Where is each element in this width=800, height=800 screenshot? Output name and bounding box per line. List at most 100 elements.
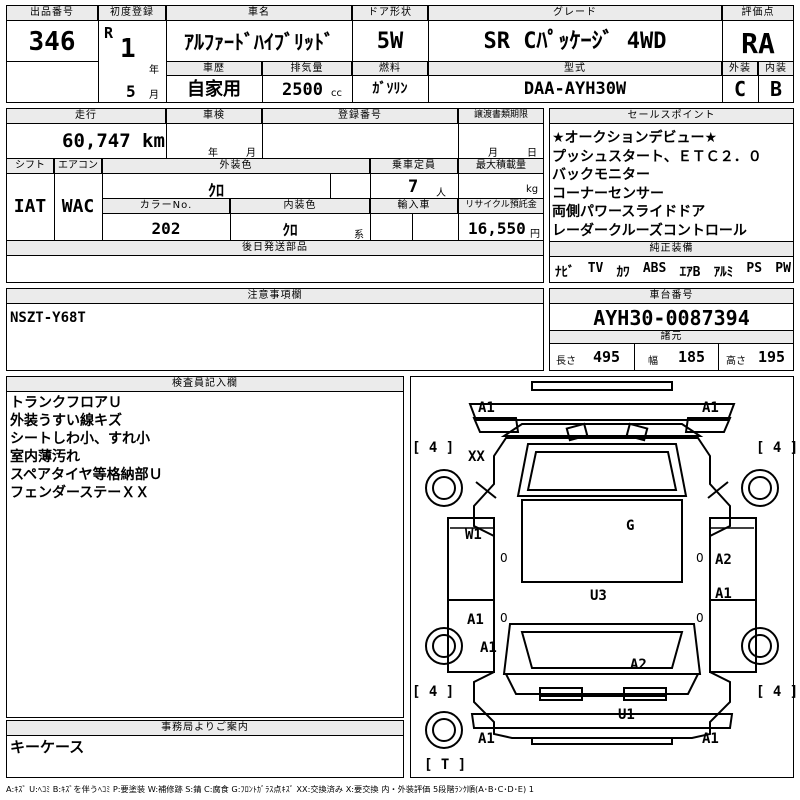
tire-spare: [ T ]: [424, 757, 467, 773]
tire-fl: [ 4 ]: [412, 440, 455, 456]
sales-list: ★オークションデビュー★ プッシュスタート、ＥＴＣ２．０ バックモニター コーナ…: [552, 129, 762, 240]
equip-item: ｱﾙﾐ: [713, 265, 734, 280]
recycle-value: 16,550: [468, 219, 526, 238]
ac-label: エアコン: [54, 158, 102, 174]
equip-item: ｴｱB: [679, 265, 701, 280]
sales-item: コーナーセンサー: [552, 185, 664, 202]
shift-label: シフト: [6, 158, 54, 174]
inspect-label: 車検: [166, 108, 262, 124]
load-unit: kg: [526, 184, 539, 195]
inspector-item: トランクフロアＵ: [10, 395, 122, 411]
recycle-unit: 円: [530, 229, 540, 240]
sales-item: バックモニター: [552, 167, 650, 183]
model-label: 型式: [428, 61, 722, 76]
sales-item: ★オークションデビュー★: [552, 130, 718, 146]
damage-mark: G: [626, 518, 635, 534]
width-value: 185: [678, 348, 706, 366]
inspect-month: 月: [246, 148, 256, 159]
color-label: 外装色: [102, 158, 370, 174]
handle-mark: 0: [500, 611, 508, 625]
door-label: ドア形状: [352, 5, 428, 21]
inspector-item: シートしわ小、すれ小: [10, 431, 150, 447]
model-value: DAA-AYH30W: [523, 79, 627, 99]
windshield-inner: [526, 451, 678, 491]
damage-mark: A1: [480, 640, 497, 656]
damage-mark: U1: [618, 707, 635, 723]
door-value: 5W: [376, 29, 404, 54]
handle-mark: 0: [500, 551, 508, 565]
rear-window: [520, 631, 684, 669]
sales-item: プッシュスタート、ＥＴＣ２．０: [552, 148, 762, 165]
length-label: 長さ: [556, 356, 576, 367]
reg-year: 1: [120, 34, 136, 64]
reg-year-unit: 年: [149, 65, 159, 76]
legend: A:ｷｽﾞ U:ﾍｺﾐ B:ｷｽﾞを伴うﾍｺﾐ P:要塗装 W:補修跡 S:錆 …: [6, 784, 534, 794]
equip-item: ｶﾜ: [616, 265, 630, 280]
disp-label: 排気量: [262, 61, 352, 76]
disp-value: 2500: [282, 80, 323, 100]
spare-tire: [425, 711, 463, 749]
recycle-label: リサイクル預託金: [458, 198, 544, 214]
later-parts-label: 後日発送部品: [6, 240, 544, 256]
inspector-label: 検査員記入欄: [6, 376, 404, 392]
damage-mark: W1: [465, 527, 482, 543]
regno-label: 登録番号: [262, 108, 458, 124]
damage-mark: A1: [478, 731, 495, 747]
inspector-item: スペアタイヤ等格納部Ｕ: [10, 467, 163, 483]
car-diagram-drawing: [425, 381, 779, 749]
mileage-value: 60,747: [62, 130, 131, 152]
transfer-label: 譲渡書類期限: [458, 108, 544, 124]
equip-item: TV: [587, 261, 604, 276]
inspector-list: トランクフロアＵ 外装うすい線キズ シートしわ小、すれ小 室内薄汚れ スペアタイ…: [10, 394, 163, 502]
reg-era: R: [104, 24, 114, 42]
inspector-item: 室内薄汚れ: [10, 449, 80, 465]
lot-label: 出品番号: [6, 5, 98, 21]
roof: [521, 499, 683, 583]
damage-mark: A1: [715, 586, 732, 602]
transfer-month: 月: [488, 148, 498, 159]
seats-value: 7: [408, 177, 419, 197]
inspector-item: フェンダーステーＸＸ: [10, 485, 150, 501]
dims-label: 諸元: [549, 330, 794, 344]
damage-mark: A2: [715, 552, 732, 568]
name-value: ｱﾙﾌｧｰﾄﾞﾊｲﾌﾞﾘｯﾄﾞ: [184, 30, 334, 54]
wheel-front-left: [425, 469, 463, 507]
transfer-day: 日: [527, 148, 537, 159]
grade-label: グレード: [428, 5, 722, 21]
width-label: 幅: [648, 356, 658, 367]
sales-item: レーダークルーズコントロール: [552, 222, 747, 239]
damage-mark: XX: [468, 449, 485, 465]
equip-label: 純正装備: [549, 241, 794, 257]
mileage-label: 走行: [6, 108, 166, 124]
handle-mark: 0: [696, 551, 704, 565]
office-value: キーケース: [10, 738, 85, 756]
damage-mark: A2: [630, 657, 647, 673]
rear-hatch: [504, 673, 700, 695]
ext-value: C: [733, 77, 747, 101]
intcolor-unit: 系: [354, 230, 364, 241]
colorno-label: カラーNo.: [102, 198, 230, 214]
wheel-front-right: [741, 469, 779, 507]
intcolor-label: 内装色: [230, 198, 370, 214]
ac-value: WAC: [61, 196, 95, 217]
height-value: 195: [758, 348, 786, 366]
office-label: 事務局よりご案内: [6, 720, 404, 736]
notes-label: 注意事項欄: [6, 288, 544, 304]
wheel-rear-left: [425, 627, 463, 665]
mileage-unit: km: [142, 130, 165, 152]
inspect-year: 年: [208, 148, 218, 159]
tire-fr: [ 4 ]: [756, 440, 799, 456]
sales-label: セールスポイント: [549, 108, 794, 124]
sales-item: 両側パワースライドドア: [552, 204, 706, 220]
damage-mark: A1: [702, 400, 719, 416]
shift-value: IAT: [13, 196, 47, 217]
damage-mark: U3: [590, 588, 607, 604]
handle-mark: 0: [696, 611, 704, 625]
damage-mark: A1: [702, 731, 719, 747]
colorno-value: 202: [151, 219, 181, 238]
score-label: 評価点: [722, 5, 794, 21]
rear-bumper: [470, 713, 734, 729]
history-label: 車歴: [166, 61, 262, 76]
tire-rl: [ 4 ]: [412, 684, 455, 700]
chassis-value: AYH30-0087394: [593, 306, 750, 330]
